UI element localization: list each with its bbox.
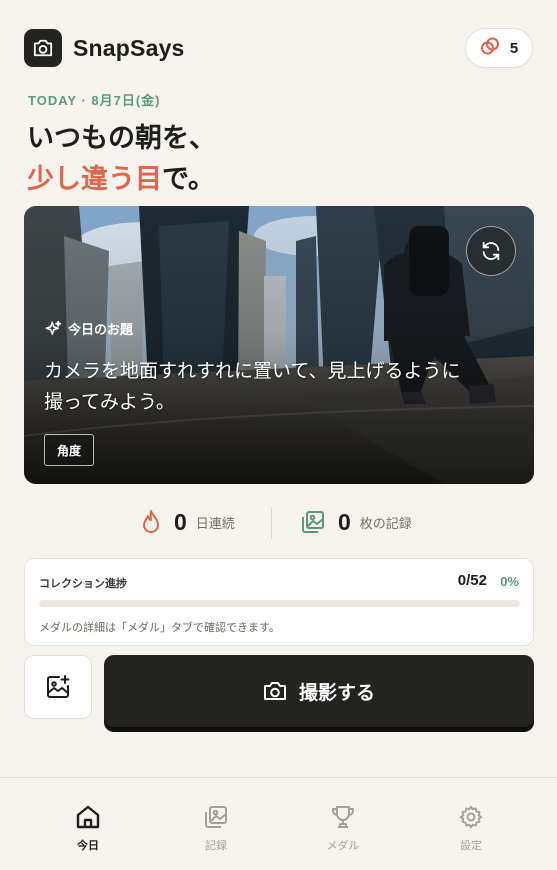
streak-label: 日連続 [195, 516, 235, 532]
collection-percent: 0% [500, 574, 519, 589]
collection-title: コレクション進捗 [39, 577, 127, 590]
collection-note: メダルの詳細は「メダル」タブで確認できます。 [39, 621, 280, 634]
nav-item-medals[interactable]: メダル [303, 804, 383, 853]
shoot-button[interactable]: 撮影する [104, 655, 534, 727]
refresh-prompt-button[interactable] [466, 226, 516, 276]
nav-item-settings[interactable]: 設定 [431, 804, 511, 853]
bottom-nav: 今日 記録 メダル 設定 [0, 777, 557, 870]
collection-progress-card: コレクション進捗 0/52 0% メダルの詳細は「メダル」タブで確認できます。 [24, 558, 534, 646]
headline-line-1: いつもの朝を、 [27, 123, 216, 154]
records-count: 0 [338, 508, 351, 535]
photo-album-icon [205, 806, 227, 828]
date-line: TODAY · 8月7日(金) [28, 93, 161, 108]
refresh-icon [482, 241, 500, 261]
streak-count: 0 [174, 508, 187, 535]
city-street-photo [24, 206, 534, 484]
streak-stat: 0 日連続 [140, 504, 235, 540]
camera-logo-icon [24, 29, 62, 67]
category-chip: 角度 [44, 434, 95, 466]
nav-label-settings: 設定 [460, 839, 482, 852]
headline-suffix: で。 [162, 164, 215, 195]
coin-badge[interactable]: 5 [465, 28, 533, 68]
nav-item-records[interactable]: 記録 [176, 804, 256, 853]
shoot-button-label: 撮影する [298, 681, 375, 704]
nav-item-today[interactable]: 今日 [48, 804, 128, 853]
stats-divider [271, 507, 272, 539]
headline-line-2: 少し違う目で。 [27, 159, 216, 200]
nav-label-today: 今日 [77, 839, 99, 852]
gear-icon [459, 805, 483, 829]
image-plus-icon [47, 675, 70, 698]
coins-icon [480, 36, 500, 60]
camera-icon [263, 682, 286, 700]
page-headline: いつもの朝を、 少し違う目で。 [27, 118, 216, 200]
nav-label-records: 記録 [205, 839, 227, 852]
records-label: 枚の記録 [359, 516, 412, 532]
stats-row: 0 日連続 0 枚の記録 [0, 504, 557, 540]
brand: SnapSays [24, 29, 185, 67]
headline-accent: 少し違う目 [27, 164, 162, 195]
photo-album-icon [302, 511, 324, 533]
records-stat: 0 枚の記録 [300, 504, 412, 540]
prompt-card: 今日のお題 カメラを地面すれすれに置いて、見上げるように撮ってみよう。 角度 [24, 206, 534, 484]
prompt-tag-label: 今日のお題 [68, 323, 134, 338]
app-header: SnapSays 5 [24, 28, 533, 68]
progress-bar [39, 600, 520, 607]
add-photo-button[interactable] [24, 655, 92, 719]
trophy-icon [332, 806, 354, 828]
app-name: SnapSays [73, 34, 185, 61]
prompt-text: カメラを地面すれすれに置いて、見上げるように撮ってみよう。 [44, 360, 461, 413]
nav-label-medals: メダル [326, 839, 360, 852]
prompt-tag: 今日のお題 [44, 319, 133, 338]
coin-count: 5 [509, 39, 519, 57]
flame-icon [143, 510, 159, 533]
sparkle-icon [45, 320, 62, 335]
home-icon [76, 805, 100, 829]
collection-count: 0/52 [457, 572, 487, 589]
